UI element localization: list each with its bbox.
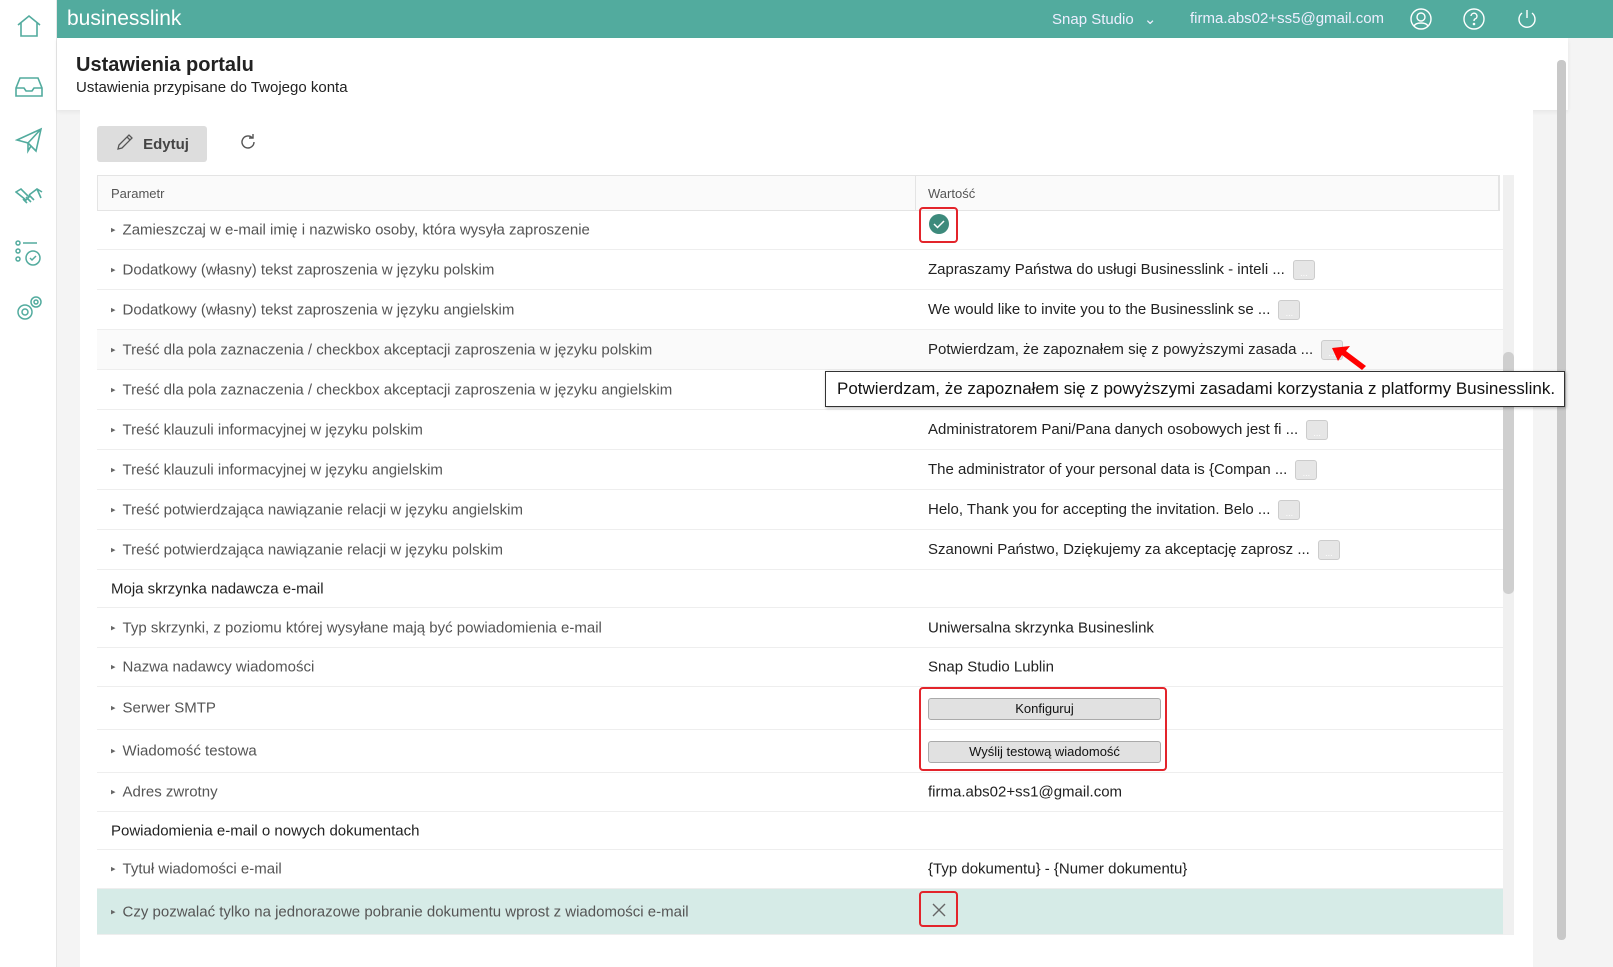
user-email: firma.abs02+ss5@gmail.com	[1190, 10, 1385, 27]
tasks-icon[interactable]	[14, 238, 44, 268]
refresh-icon[interactable]	[238, 132, 260, 154]
page-scrollbar[interactable]	[1557, 60, 1566, 940]
param-value: Zapraszamy Państwa do usługi Businesslin…	[928, 260, 1285, 278]
param-name: Treść klauzuli informacyjnej w języku an…	[111, 461, 443, 478]
param-name: Treść potwierdzająca nawiązanie relacji …	[111, 541, 503, 558]
red-highlight-annotation	[919, 207, 958, 243]
column-header-param[interactable]: Parametr	[111, 186, 164, 201]
group-title: Moja skrzynka nadawcza e-mail	[111, 580, 324, 597]
table-row[interactable]: Treść klauzuli informacyjnej w języku an…	[97, 450, 1503, 490]
group-header[interactable]: Powiadomienia e-mail o nowych dokumentac…	[97, 812, 1503, 850]
more-button[interactable]: ...	[1306, 419, 1329, 440]
param-value: Uniwersalna skrzynka Busineslink	[928, 619, 1154, 636]
company-name: Snap Studio	[1052, 11, 1134, 28]
group-header[interactable]: Moja skrzynka nadawcza e-mail	[97, 570, 1503, 608]
table-row[interactable]: Czy pozwalać tylko na jednorazowe pobran…	[97, 889, 1503, 935]
param-value: We would like to invite you to the Busin…	[928, 300, 1271, 318]
param-name: Dodatkowy (własny) tekst zaproszenia w j…	[111, 261, 495, 278]
brand-logo[interactable]: businesslink	[67, 7, 181, 31]
red-highlight-annotation	[919, 891, 958, 927]
table-row[interactable]: Dodatkowy (własny) tekst zaproszenia w j…	[97, 250, 1503, 290]
table-row[interactable]: Dodatkowy (własny) tekst zaproszenia w j…	[97, 290, 1503, 330]
more-button[interactable]: ...	[1317, 539, 1340, 560]
chevron-down-icon: ⌄	[1143, 11, 1157, 28]
param-value: The administrator of your personal data …	[928, 460, 1288, 478]
table-row[interactable]: Treść klauzuli informacyjnej w języku po…	[97, 410, 1503, 450]
param-name: Tytuł wiadomości e-mail	[111, 861, 282, 878]
help-icon[interactable]	[1463, 8, 1485, 30]
table-row[interactable]: Tytuł wiadomości e-mail {Typ dokumentu} -…	[97, 850, 1503, 889]
column-header-value[interactable]: Wartość	[928, 186, 975, 201]
settings-table: Parametr Wartość Zamieszczaj w e-mail im…	[97, 175, 1515, 935]
handshake-icon[interactable]	[14, 181, 44, 211]
param-name: Treść dla pola zaznaczenia / checkbox ak…	[111, 341, 653, 358]
inbox-icon[interactable]	[14, 72, 44, 102]
edit-button[interactable]: Edytuj	[97, 126, 207, 162]
param-name: Zamieszczaj w e-mail imię i nazwisko oso…	[111, 221, 590, 238]
param-value: Szanowni Państwo, Dziękujemy za akceptac…	[928, 540, 1310, 558]
param-value: Snap Studio Lublin	[928, 658, 1054, 676]
group-title: Powiadomienia e-mail o nowych dokumentac…	[111, 822, 420, 839]
param-name: Adres zwrotny	[111, 784, 218, 801]
table-row[interactable]: Zamieszczaj w e-mail imię i nazwisko oso…	[97, 210, 1503, 250]
page-subtitle: Ustawienia przypisane do Twojego konta	[76, 79, 348, 96]
top-bar: businesslink Snap Studio ⌄ firma.abs02+s…	[57, 0, 1613, 38]
table-row[interactable]: Treść potwierdzająca nawiązanie relacji …	[97, 530, 1503, 570]
edit-label: Edytuj	[143, 135, 189, 153]
param-name: Typ skrzynki, z poziomu której wysyłane …	[111, 619, 602, 636]
table-row[interactable]: Adres zwrotny firma.abs02+ss1@gmail.com	[97, 773, 1503, 812]
table-row[interactable]: Serwer SMTPKonfiguruj	[97, 687, 1503, 730]
page-title: Ustawienia portalu	[76, 54, 254, 76]
table-row[interactable]: Treść dla pola zaznaczenia / checkbox ak…	[97, 330, 1503, 370]
param-value: Administratorem Pani/Pana danych osobowy…	[928, 420, 1299, 438]
param-name: Wiadomość testowa	[111, 743, 257, 760]
param-name: Nazwa nadawcy wiadomości	[111, 659, 315, 676]
param-name: Dodatkowy (własny) tekst zaproszenia w j…	[111, 301, 515, 318]
table-row[interactable]: Nazwa nadawcy wiadomości Snap Studio Lubl…	[97, 648, 1503, 687]
table-row[interactable]: Treść potwierdzająca nawiązanie relacji …	[97, 490, 1503, 530]
param-name: Treść potwierdzająca nawiązanie relacji …	[111, 501, 523, 518]
more-button[interactable]: ...	[1292, 259, 1315, 280]
sidebar	[0, 0, 57, 967]
pencil-icon	[115, 132, 135, 156]
red-highlight-annotation	[919, 687, 1167, 771]
param-name: Treść dla pola zaznaczenia / checkbox ak…	[111, 381, 673, 398]
company-selector[interactable]: Snap Studio ⌄	[1052, 10, 1156, 28]
param-name: Treść klauzuli informacyjnej w języku po…	[111, 421, 423, 438]
param-value: firma.abs02+ss1@gmail.com	[928, 783, 1123, 801]
table-header: Parametr Wartość	[97, 175, 1500, 211]
value-tooltip: Potwierdzam, że zapoznałem się z powyższ…	[825, 371, 1565, 407]
param-value: Helo, Thank you for accepting the invita…	[928, 500, 1271, 518]
param-name: Czy pozwalać tylko na jednorazowe pobran…	[111, 903, 689, 920]
table-row[interactable]: Typ skrzynki, z poziomu której wysyłane …	[97, 608, 1503, 648]
param-value: {Typ dokumentu} - {Numer dokumentu}	[928, 860, 1188, 878]
more-button[interactable]: ...	[1295, 459, 1318, 480]
send-icon[interactable]	[14, 125, 44, 155]
home-icon[interactable]	[14, 11, 44, 41]
more-button[interactable]: ...	[1278, 299, 1301, 320]
power-icon[interactable]	[1516, 8, 1538, 30]
more-button[interactable]: ...	[1278, 499, 1301, 520]
table-row[interactable]: Wiadomość testowaWyślij testową wiadomoś…	[97, 730, 1503, 773]
param-name: Serwer SMTP	[111, 700, 216, 717]
param-value: Potwierdzam, że zapoznałem się z powyższ…	[928, 340, 1314, 358]
page-header: Ustawienia portalu Ustawienia przypisane…	[57, 38, 1568, 110]
user-icon[interactable]	[1410, 8, 1432, 30]
settings-icon[interactable]	[14, 293, 44, 323]
